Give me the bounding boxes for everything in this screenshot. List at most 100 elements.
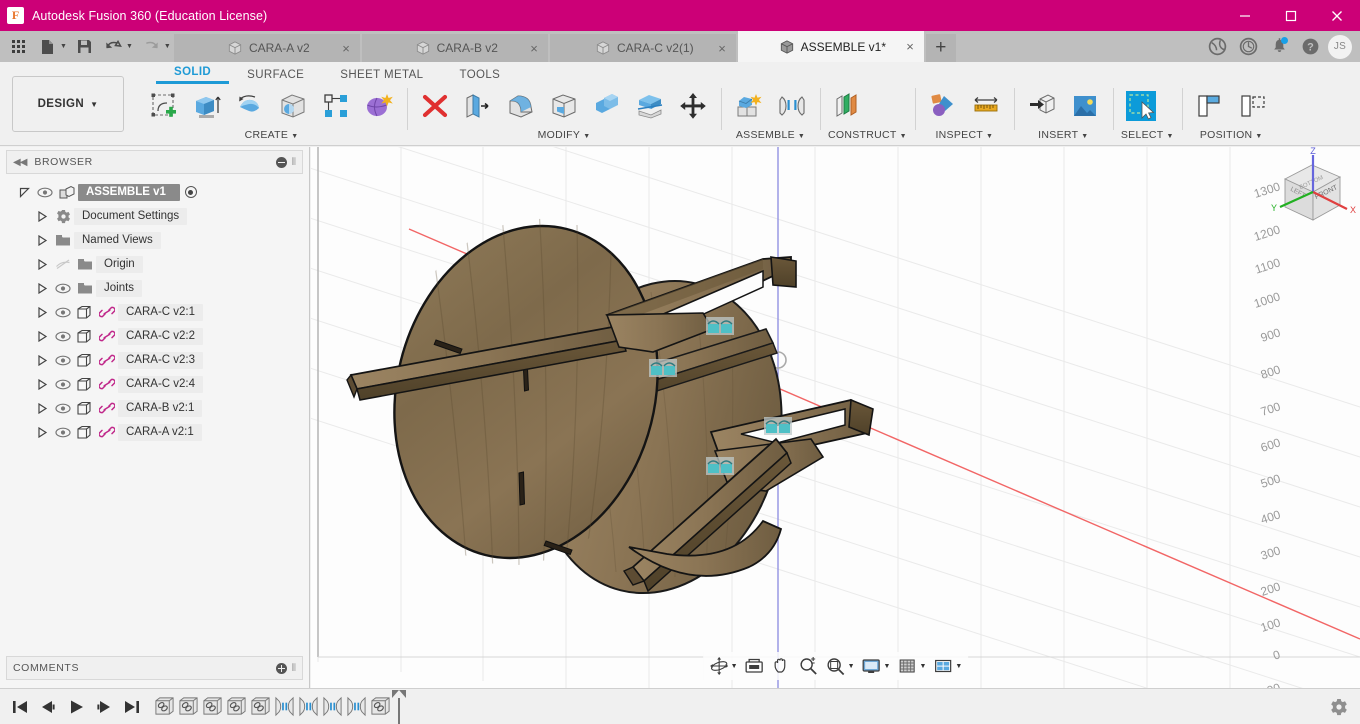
document-tab-2[interactable]: CARA-C v2(1) × bbox=[549, 34, 736, 62]
chevron-down-icon[interactable]: ▼ bbox=[919, 663, 926, 670]
panel-label-modify[interactable]: MODIFY ▼ bbox=[415, 128, 713, 142]
panel-label-construct[interactable]: CONSTRUCT ▼ bbox=[828, 128, 907, 142]
document-tab-close-icon[interactable]: × bbox=[718, 42, 726, 55]
visibility-eye-icon[interactable] bbox=[52, 355, 74, 366]
visibility-eye-icon[interactable] bbox=[52, 427, 74, 438]
avatar[interactable]: JS bbox=[1328, 34, 1352, 59]
expand-arrow-icon[interactable] bbox=[32, 234, 52, 246]
redo-icon[interactable] bbox=[138, 34, 164, 60]
combine-icon[interactable] bbox=[587, 86, 627, 126]
app-grid-icon[interactable] bbox=[6, 34, 32, 60]
shell-icon[interactable] bbox=[544, 86, 584, 126]
tab-tools[interactable]: TOOLS bbox=[441, 69, 518, 84]
chevron-down-icon[interactable]: ▼ bbox=[731, 663, 738, 670]
tab-surface[interactable]: SURFACE bbox=[229, 69, 322, 84]
comments-header[interactable]: COMMENTS ⦀ bbox=[6, 656, 303, 680]
save-icon[interactable] bbox=[72, 34, 98, 60]
tab-solid[interactable]: SOLID bbox=[156, 66, 230, 84]
visibility-eye-icon[interactable] bbox=[52, 307, 74, 318]
undo-caret-icon[interactable]: ▼ bbox=[126, 43, 136, 50]
tree-row-component-0[interactable]: CARA-C v2:1 bbox=[0, 300, 309, 324]
panel-grip-icon[interactable]: ⦀ bbox=[292, 157, 296, 168]
viewport-3d-scene[interactable] bbox=[311, 147, 1360, 688]
timeline-feature-rigid-joint[interactable] bbox=[200, 692, 224, 722]
visibility-eye-icon[interactable] bbox=[52, 379, 74, 390]
expand-arrow-icon[interactable] bbox=[32, 426, 52, 438]
expand-arrow-icon[interactable] bbox=[32, 258, 52, 270]
timeline-feature-joint[interactable] bbox=[272, 692, 296, 722]
add-comment-icon[interactable] bbox=[275, 662, 287, 674]
timeline-step-back-icon[interactable] bbox=[36, 694, 60, 720]
tree-row-named-views[interactable]: Named Views bbox=[0, 228, 309, 252]
document-tab-3[interactable]: ASSEMBLE v1* × bbox=[737, 31, 924, 62]
timeline-feature-joint[interactable] bbox=[344, 692, 368, 722]
expand-arrow-icon[interactable] bbox=[32, 402, 52, 414]
chevron-down-icon[interactable]: ▼ bbox=[848, 663, 855, 670]
pan-icon[interactable] bbox=[769, 653, 795, 679]
timeline-feature-joint[interactable] bbox=[296, 692, 320, 722]
measure-icon[interactable] bbox=[966, 86, 1006, 126]
visibility-eye-icon[interactable] bbox=[52, 283, 74, 294]
panel-label-inspect[interactable]: INSPECT ▼ bbox=[923, 128, 1006, 142]
create-sketch-icon[interactable] bbox=[144, 86, 184, 126]
tree-row-joints[interactable]: Joints bbox=[0, 276, 309, 300]
panel-label-select[interactable]: SELECT ▼ bbox=[1121, 128, 1174, 142]
visibility-eye-icon[interactable] bbox=[34, 187, 56, 198]
timeline-play-icon[interactable] bbox=[64, 694, 88, 720]
tree-row-origin[interactable]: Origin bbox=[0, 252, 309, 276]
display-settings-icon[interactable]: ▼ bbox=[859, 653, 894, 679]
visibility-eye-icon[interactable] bbox=[52, 331, 74, 342]
offset-face-icon[interactable] bbox=[458, 86, 498, 126]
timeline-go-to-beginning-icon[interactable] bbox=[8, 694, 32, 720]
timeline-feature-rigid-joint[interactable] bbox=[224, 692, 248, 722]
split-body-icon[interactable] bbox=[630, 86, 670, 126]
expand-arrow-icon[interactable] bbox=[32, 378, 52, 390]
activate-component-radio[interactable] bbox=[184, 186, 197, 198]
job-status-clock-icon[interactable] bbox=[1235, 34, 1261, 60]
new-tab-button[interactable]: + bbox=[925, 34, 956, 62]
pattern-icon[interactable] bbox=[316, 86, 356, 126]
zoom-icon[interactable] bbox=[796, 653, 822, 679]
collapse-left-icon[interactable]: ◀◀ bbox=[13, 157, 27, 168]
expand-arrow-icon[interactable] bbox=[32, 282, 52, 294]
interference-icon[interactable] bbox=[923, 86, 963, 126]
timeline-step-forward-icon[interactable] bbox=[92, 694, 116, 720]
timeline-marker[interactable] bbox=[392, 689, 406, 724]
tree-row-component-2[interactable]: CARA-C v2:3 bbox=[0, 348, 309, 372]
timeline-settings-gear-icon[interactable] bbox=[1330, 698, 1360, 716]
new-component-icon[interactable] bbox=[729, 86, 769, 126]
new-file-caret-icon[interactable]: ▼ bbox=[60, 43, 70, 50]
document-tab-0[interactable]: CARA-A v2 × bbox=[173, 34, 360, 62]
move-copy-icon[interactable] bbox=[673, 86, 713, 126]
create-form-icon[interactable] bbox=[359, 86, 399, 126]
grid-snap-icon[interactable]: ▼ bbox=[894, 653, 929, 679]
panel-minimize-icon[interactable] bbox=[275, 156, 287, 168]
orbit-icon[interactable]: ▼ bbox=[706, 653, 741, 679]
expand-arrow-icon[interactable] bbox=[32, 306, 52, 318]
fit-view-icon[interactable] bbox=[742, 653, 768, 679]
press-pull-icon[interactable] bbox=[415, 86, 455, 126]
hole-icon[interactable] bbox=[273, 86, 313, 126]
expand-arrow-icon[interactable] bbox=[32, 330, 52, 342]
physical-position-icon[interactable] bbox=[1233, 86, 1273, 126]
viewport-canvas[interactable]: 1300 1200 1100 1000 900 800 700 600 500 … bbox=[311, 147, 1360, 688]
fillet-icon[interactable] bbox=[501, 86, 541, 126]
select-window-icon[interactable] bbox=[1121, 86, 1161, 126]
document-tab-close-icon[interactable]: × bbox=[530, 42, 538, 55]
visibility-eye-icon[interactable] bbox=[52, 403, 74, 414]
new-file-icon[interactable] bbox=[34, 34, 60, 60]
data-panel-icon[interactable] bbox=[1204, 34, 1230, 60]
timeline-go-to-end-icon[interactable] bbox=[120, 694, 144, 720]
tree-row-component-3[interactable]: CARA-C v2:4 bbox=[0, 372, 309, 396]
timeline-feature-joint[interactable] bbox=[320, 692, 344, 722]
expand-arrow-icon[interactable] bbox=[32, 354, 52, 366]
visibility-eye-off-icon[interactable] bbox=[52, 259, 74, 270]
tree-row-document-settings[interactable]: Document Settings bbox=[0, 204, 309, 228]
redo-caret-icon[interactable]: ▼ bbox=[164, 43, 174, 50]
viewports-icon[interactable]: ▼ bbox=[930, 653, 965, 679]
tree-row-assemble[interactable]: ASSEMBLE v1 bbox=[0, 180, 309, 204]
timeline-feature-rigid-joint[interactable] bbox=[176, 692, 200, 722]
expand-arrow-icon[interactable] bbox=[14, 187, 34, 198]
panel-label-position[interactable]: POSITION ▼ bbox=[1190, 128, 1273, 142]
chevron-down-icon[interactable]: ▼ bbox=[955, 663, 962, 670]
